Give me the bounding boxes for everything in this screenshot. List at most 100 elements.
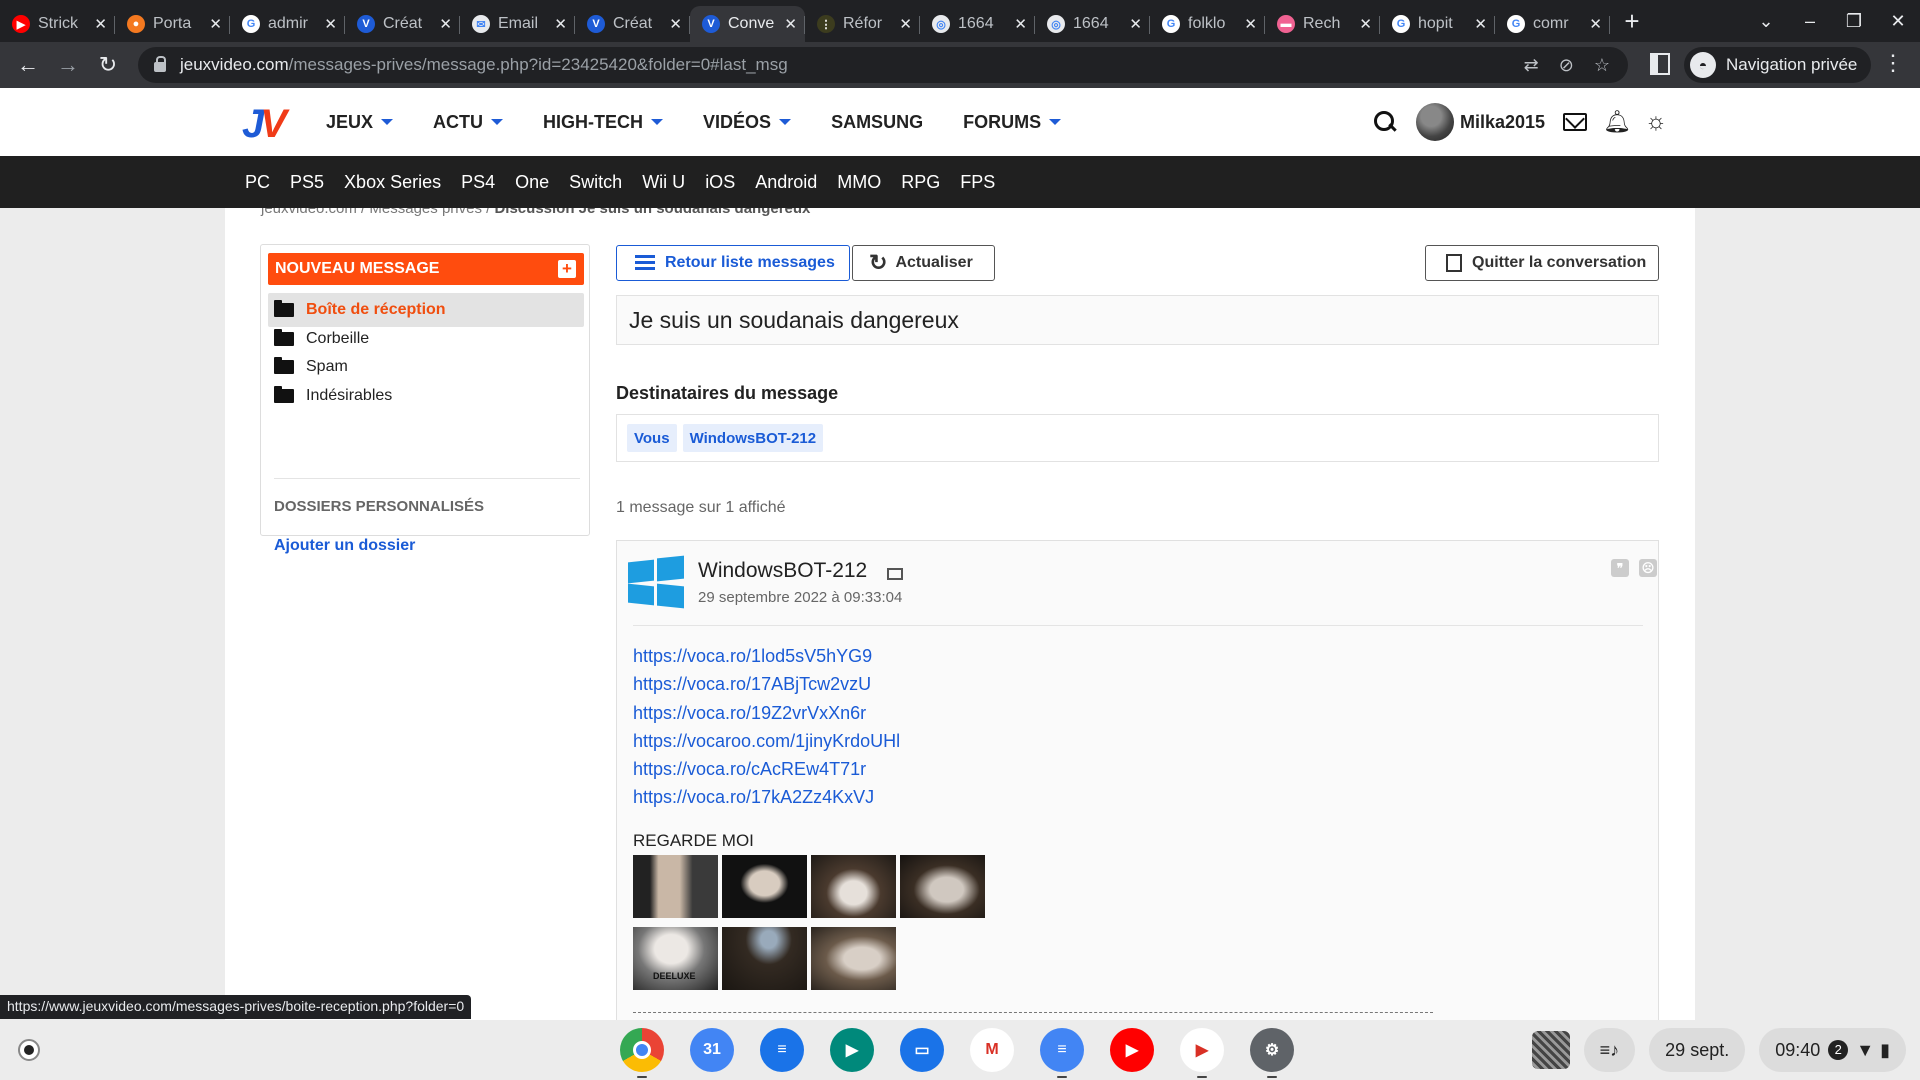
refresh-button[interactable]: ↻ Actualiser <box>852 245 995 281</box>
media-controls-icon[interactable]: ≡♪ <box>1583 1028 1636 1072</box>
nav-item-actu[interactable]: ACTU <box>433 112 521 133</box>
report-icon[interactable]: ☹ <box>1639 559 1657 577</box>
message-link[interactable]: https://voca.ro/17kA2Zz4KxVJ <box>633 783 900 811</box>
browser-tab[interactable]: Gcomr ✕ <box>1495 6 1610 42</box>
tab-close-icon[interactable]: ✕ <box>324 15 337 33</box>
breadcrumb-messages[interactable]: Messages privés <box>369 208 482 217</box>
tab-close-icon[interactable]: ✕ <box>899 15 912 33</box>
nav-item-jeux[interactable]: JEUX <box>326 112 411 133</box>
recipient-chip[interactable]: Vous <box>627 424 677 452</box>
back-to-list-button[interactable]: Retour liste messages <box>616 245 850 281</box>
platform-link[interactable]: MMO <box>837 172 881 193</box>
folder-item[interactable]: Indésirables <box>268 379 584 413</box>
tab-close-icon[interactable]: ✕ <box>669 15 682 33</box>
avatar[interactable] <box>1416 103 1454 141</box>
tab-close-icon[interactable]: ✕ <box>439 15 452 33</box>
calendar-icon[interactable]: 31 <box>690 1028 734 1072</box>
mail-icon[interactable] <box>1563 113 1588 131</box>
close-window-button[interactable]: ✕ <box>1876 11 1920 32</box>
breadcrumb-home[interactable]: jeuxvideo.com <box>261 208 357 217</box>
nav-item-forums[interactable]: FORUMS <box>963 112 1079 133</box>
address-bar[interactable]: jeuxvideo.com/messages-prives/message.ph… <box>138 47 1628 83</box>
nav-item-samsung[interactable]: SAMSUNG <box>831 112 941 133</box>
image-thumbnail[interactable] <box>811 855 896 918</box>
platform-link[interactable]: Wii U <box>642 172 685 193</box>
platform-link[interactable]: FPS <box>960 172 995 193</box>
files-icon[interactable]: ▭ <box>900 1028 944 1072</box>
lock-icon[interactable] <box>154 56 166 72</box>
browser-tab[interactable]: Ghopit ✕ <box>1380 6 1495 42</box>
youtube-icon[interactable]: ▶ <box>1110 1028 1154 1072</box>
bell-icon[interactable]: 🔔︎ <box>1603 109 1631 135</box>
browser-tab[interactable]: Gadmir ✕ <box>230 6 345 42</box>
status-area[interactable]: 09:40 2 ▼ ▮ <box>1759 1028 1906 1072</box>
docs-icon[interactable]: ≡ <box>1040 1028 1084 1078</box>
search-icon[interactable] <box>1374 111 1396 133</box>
launcher-icon[interactable] <box>18 1039 40 1061</box>
quit-conversation-button[interactable]: Quitter la conversation <box>1425 245 1659 281</box>
username[interactable]: Milka2015 <box>1460 112 1545 133</box>
browser-tab[interactable]: ✉ Email ✕ <box>460 6 575 42</box>
quote-icon[interactable]: ❞ <box>1611 559 1629 577</box>
tracking-blocked-icon[interactable]: ⊘ <box>1559 55 1574 76</box>
image-thumbnail[interactable] <box>811 927 896 990</box>
theme-toggle-icon[interactable]: ☼ <box>1645 108 1667 136</box>
browser-tab[interactable]: V Créat ✕ <box>345 6 460 42</box>
browser-menu-icon[interactable]: ⋮ <box>1882 50 1904 76</box>
holding-space-icon[interactable] <box>1531 1031 1570 1069</box>
translate-icon[interactable]: ⇄ <box>1524 55 1539 76</box>
nav-item-vid-os[interactable]: VIDÉOS <box>703 112 809 133</box>
browser-tab[interactable]: V Conve ✕ <box>690 6 805 42</box>
platform-link[interactable]: RPG <box>901 172 940 193</box>
platform-link[interactable]: PC <box>245 172 270 193</box>
browser-tab[interactable]: ◎ 1664 ✕ <box>920 6 1035 42</box>
add-folder-link[interactable]: Ajouter un dossier <box>274 537 415 555</box>
new-message-button[interactable]: NOUVEAU MESSAGE + <box>268 253 584 285</box>
minimize-button[interactable]: – <box>1788 11 1832 32</box>
browser-tab[interactable]: ▶ Strick ✕ <box>0 6 115 42</box>
back-button[interactable]: ← <box>8 52 48 78</box>
play-store-icon[interactable]: ▶ <box>1180 1028 1224 1078</box>
new-tab-button[interactable]: + <box>1610 0 1654 42</box>
gmail-icon[interactable]: M <box>970 1028 1014 1072</box>
platform-link[interactable]: PS4 <box>461 172 495 193</box>
maximize-button[interactable]: ❐ <box>1832 11 1876 32</box>
image-thumbnail[interactable] <box>633 855 718 918</box>
nav-item-high-tech[interactable]: HIGH-TECH <box>543 112 681 133</box>
platform-link[interactable]: Xbox Series <box>344 172 441 193</box>
browser-tab[interactable]: ◎ 1664 ✕ <box>1035 6 1150 42</box>
image-thumbnail[interactable]: DEELUXE <box>633 927 718 990</box>
message-link[interactable]: https://voca.ro/19Z2vrVxXn6r <box>633 699 900 727</box>
browser-tab[interactable]: ● Porta ✕ <box>115 6 230 42</box>
image-thumbnail[interactable] <box>900 855 985 918</box>
reload-button[interactable]: ↻ <box>88 52 128 78</box>
tab-close-icon[interactable]: ✕ <box>1129 15 1142 33</box>
message-link[interactable]: https://voca.ro/17ABjTcw2vzU <box>633 670 900 698</box>
platform-link[interactable]: One <box>515 172 549 193</box>
browser-tab[interactable]: ⋮ Réfor ✕ <box>805 6 920 42</box>
message-author[interactable]: WindowsBOT-212 <box>698 559 867 583</box>
tab-close-icon[interactable]: ✕ <box>1014 15 1027 33</box>
message-link[interactable]: https://vocaroo.com/1jinyKrdoUHl <box>633 727 900 755</box>
meet-icon[interactable]: ▶ <box>830 1028 874 1072</box>
image-thumbnail[interactable] <box>722 855 807 918</box>
chrome-icon[interactable] <box>620 1028 664 1078</box>
tab-close-icon[interactable]: ✕ <box>1589 15 1602 33</box>
date-pill[interactable]: 29 sept. <box>1649 1028 1746 1072</box>
incognito-indicator[interactable]: ◓ Navigation privée <box>1684 47 1872 83</box>
browser-tab[interactable]: V Créat ✕ <box>575 6 690 42</box>
platform-link[interactable]: Switch <box>569 172 622 193</box>
platform-link[interactable]: PS5 <box>290 172 324 193</box>
bookmark-star-icon[interactable]: ☆ <box>1594 55 1610 76</box>
envelope-icon[interactable] <box>887 568 903 580</box>
tab-close-icon[interactable]: ✕ <box>1359 15 1372 33</box>
platform-link[interactable]: Android <box>755 172 817 193</box>
forward-button[interactable]: → <box>48 52 88 78</box>
jv-logo[interactable]: JV <box>242 102 287 147</box>
recipient-chip[interactable]: WindowsBOT-212 <box>682 424 824 452</box>
browser-tab[interactable]: Gfolklo ✕ <box>1150 6 1265 42</box>
platform-link[interactable]: iOS <box>705 172 735 193</box>
tab-close-icon[interactable]: ✕ <box>94 15 107 33</box>
browser-tab[interactable]: ▬ Rech ✕ <box>1265 6 1380 42</box>
image-thumbnail[interactable] <box>722 927 807 990</box>
